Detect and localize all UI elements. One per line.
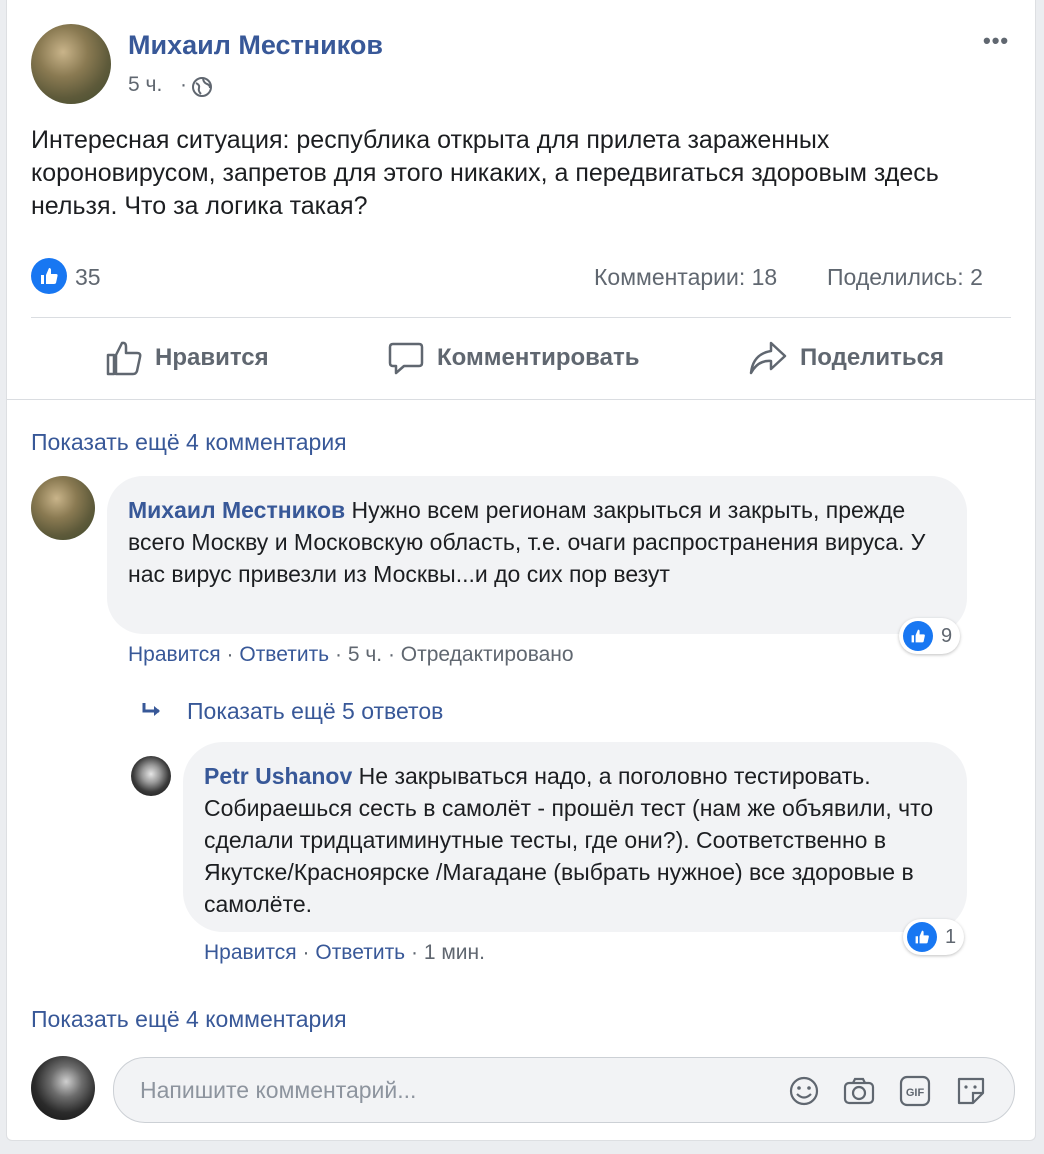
- comment-meta: Нравится · Ответить · 5 ч. · Отредактиро…: [128, 643, 574, 666]
- comment-reply-link[interactable]: Ответить: [239, 643, 329, 666]
- share-icon: [748, 339, 788, 377]
- reply-like-link[interactable]: Нравится: [204, 941, 297, 964]
- reply-reaction-count: 1: [945, 925, 957, 948]
- current-user-avatar[interactable]: [31, 1056, 95, 1120]
- comment-edited: Отредактировано: [400, 643, 574, 666]
- share-label: Поделиться: [800, 344, 945, 371]
- comment-input-placeholder: Напишите комментарий...: [140, 1077, 417, 1103]
- post-like-count[interactable]: 35: [75, 264, 101, 291]
- comment-avatar[interactable]: [31, 476, 95, 540]
- comment-time[interactable]: 5 ч.: [348, 643, 382, 666]
- more-icon[interactable]: •••: [983, 28, 1009, 54]
- reply-avatar[interactable]: [131, 756, 171, 796]
- comment-reactions[interactable]: 9: [899, 618, 961, 654]
- reply-author[interactable]: Petr Ushanov: [204, 763, 352, 789]
- comment-button[interactable]: Комментировать: [387, 339, 639, 377]
- camera-icon[interactable]: [842, 1075, 876, 1107]
- comment-like-link[interactable]: Нравится: [128, 643, 221, 666]
- emoji-icon[interactable]: [788, 1075, 820, 1107]
- sticker-icon[interactable]: [954, 1074, 988, 1108]
- reply-arrow-icon: [139, 700, 165, 722]
- like-label: Нравится: [155, 344, 269, 371]
- like-icon: [903, 621, 933, 651]
- show-more-comments-bottom[interactable]: Показать ещё 4 комментария: [31, 1006, 347, 1033]
- show-more-comments-top[interactable]: Показать ещё 4 комментария: [31, 429, 347, 456]
- time-separator: ·: [180, 73, 187, 96]
- gif-icon[interactable]: GIF: [898, 1074, 932, 1108]
- comment-icon: [387, 339, 425, 377]
- share-button[interactable]: Поделиться: [748, 339, 944, 377]
- comment-label: Комментировать: [437, 344, 640, 371]
- like-icon: [907, 922, 937, 952]
- reply-reactions[interactable]: 1: [903, 919, 965, 955]
- post-time[interactable]: 5 ч.: [128, 73, 162, 97]
- reply-body: Petr Ushanov Не закрываться надо, а пого…: [204, 760, 949, 920]
- post-comments-count[interactable]: Комментарии: 18: [594, 264, 777, 291]
- comment-reaction-count: 9: [941, 624, 953, 647]
- comment-input[interactable]: Напишите комментарий... GIF: [113, 1057, 1015, 1123]
- divider: [31, 317, 1011, 318]
- post-author-name[interactable]: Михаил Местников: [128, 30, 383, 61]
- like-icon[interactable]: [31, 258, 67, 294]
- show-more-replies[interactable]: Показать ещё 5 ответов: [187, 698, 443, 725]
- comment-body: Михаил Местников Нужно всем регионам зак…: [128, 494, 948, 590]
- comment-author[interactable]: Михаил Местников: [128, 497, 345, 523]
- author-avatar[interactable]: [31, 24, 111, 104]
- like-button[interactable]: Нравится: [105, 339, 269, 377]
- reply-reply-link[interactable]: Ответить: [315, 941, 405, 964]
- post-text: Интересная ситуация: республика открыта …: [31, 126, 939, 220]
- svg-text:GIF: GIF: [906, 1087, 925, 1099]
- post-shares-count[interactable]: Поделились: 2: [827, 264, 983, 291]
- reply-meta: Нравится · Ответить · 1 мин.: [204, 941, 485, 964]
- thumbs-up-icon: [105, 339, 143, 377]
- globe-icon: [191, 76, 213, 98]
- post-card: Михаил Местников 5 ч. · ••• Интересная с…: [6, 0, 1036, 1141]
- divider: [7, 399, 1035, 400]
- reply-time[interactable]: 1 мин.: [424, 941, 485, 964]
